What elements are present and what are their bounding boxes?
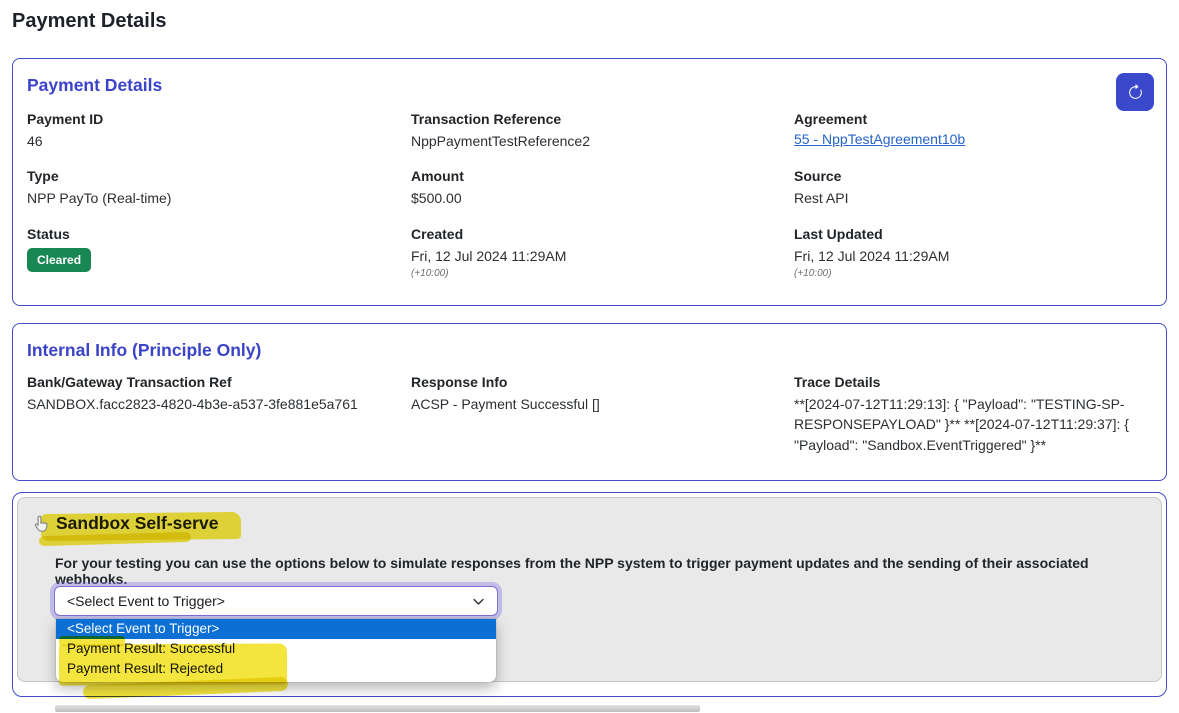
status-badge: Cleared <box>27 248 91 272</box>
field-value: NPP PayTo (Real-time) <box>27 188 411 208</box>
field-source: Source Rest API <box>794 168 1152 208</box>
field-value: **[2024-07-12T11:29:13]: { "Payload": "T… <box>794 394 1146 455</box>
field-label: Response Info <box>411 374 794 390</box>
field-label: Payment ID <box>27 111 411 127</box>
internal-info-card: Internal Info (Principle Only) Bank/Gate… <box>12 323 1167 481</box>
field-value: $500.00 <box>411 188 794 208</box>
field-value: Rest API <box>794 188 1152 208</box>
field-last-updated: Last Updated Fri, 12 Jul 2024 11:29AM (+… <box>794 226 1152 279</box>
field-status: Status Cleared <box>27 226 411 279</box>
page-title: Payment Details <box>12 10 167 33</box>
field-value: 46 <box>27 131 411 151</box>
field-value: Fri, 12 Jul 2024 11:29AM <box>794 246 1152 266</box>
field-response-info: Response Info ACSP - Payment Successful … <box>411 374 794 455</box>
field-trace-details: Trace Details **[2024-07-12T11:29:13]: {… <box>794 374 1152 455</box>
field-label: Created <box>411 226 794 242</box>
field-value: Fri, 12 Jul 2024 11:29AM <box>411 246 794 266</box>
chevron-down-icon <box>472 595 485 608</box>
field-label: Last Updated <box>794 226 1152 242</box>
sandbox-heading: Sandbox Self-serve <box>56 513 218 534</box>
timezone-note: (+10:00) <box>794 268 1152 279</box>
field-payment-id: Payment ID 46 <box>27 111 411 151</box>
field-label: Status <box>27 226 411 242</box>
event-trigger-select[interactable]: <Select Event to Trigger> <box>54 586 498 616</box>
field-value: NppPaymentTestReference2 <box>411 131 794 151</box>
dropdown-option-payment-successful[interactable]: Payment Result: Successful <box>56 639 496 659</box>
field-value: ACSP - Payment Successful [] <box>411 394 794 414</box>
field-value: SANDBOX.facc2823-4820-4b3e-a537-3fe881e5… <box>27 394 391 414</box>
refresh-icon <box>1127 84 1144 101</box>
hand-cursor-icon <box>31 514 48 539</box>
field-label: Type <box>27 168 411 184</box>
select-value: <Select Event to Trigger> <box>67 593 225 609</box>
field-label: Trace Details <box>794 374 1146 390</box>
agreement-link[interactable]: 55 - NppTestAgreement10b <box>794 131 965 147</box>
field-label: Source <box>794 168 1152 184</box>
event-trigger-dropdown: <Select Event to Trigger> Payment Result… <box>56 619 496 682</box>
bottom-edge-strip <box>55 705 700 712</box>
dropdown-option-select-event[interactable]: <Select Event to Trigger> <box>56 619 496 639</box>
refresh-button[interactable] <box>1116 73 1154 111</box>
field-label: Agreement <box>794 111 1152 127</box>
sandbox-self-serve-card: Sandbox Self-serve For your testing you … <box>12 492 1167 697</box>
field-created: Created Fri, 12 Jul 2024 11:29AM (+10:00… <box>411 226 794 279</box>
field-transaction-reference: Transaction Reference NppPaymentTestRefe… <box>411 111 794 151</box>
payment-details-page: Payment Details Payment Details Payment … <box>0 0 1179 713</box>
dropdown-option-payment-rejected[interactable]: Payment Result: Rejected <box>56 659 496 679</box>
payment-card-heading: Payment Details <box>27 75 1152 96</box>
field-label: Bank/Gateway Transaction Ref <box>27 374 391 390</box>
timezone-note: (+10:00) <box>411 268 794 279</box>
field-type: Type NPP PayTo (Real-time) <box>27 168 411 208</box>
field-label: Transaction Reference <box>411 111 794 127</box>
sandbox-description: For your testing you can use the options… <box>55 555 1136 587</box>
field-agreement: Agreement 55 - NppTestAgreement10b <box>794 111 1152 151</box>
field-bank-gateway-ref: Bank/Gateway Transaction Ref SANDBOX.fac… <box>27 374 411 455</box>
internal-info-heading: Internal Info (Principle Only) <box>27 340 1152 361</box>
field-label: Amount <box>411 168 794 184</box>
field-amount: Amount $500.00 <box>411 168 794 208</box>
payment-details-card: Payment Details Payment ID 46 Transactio… <box>12 58 1167 306</box>
